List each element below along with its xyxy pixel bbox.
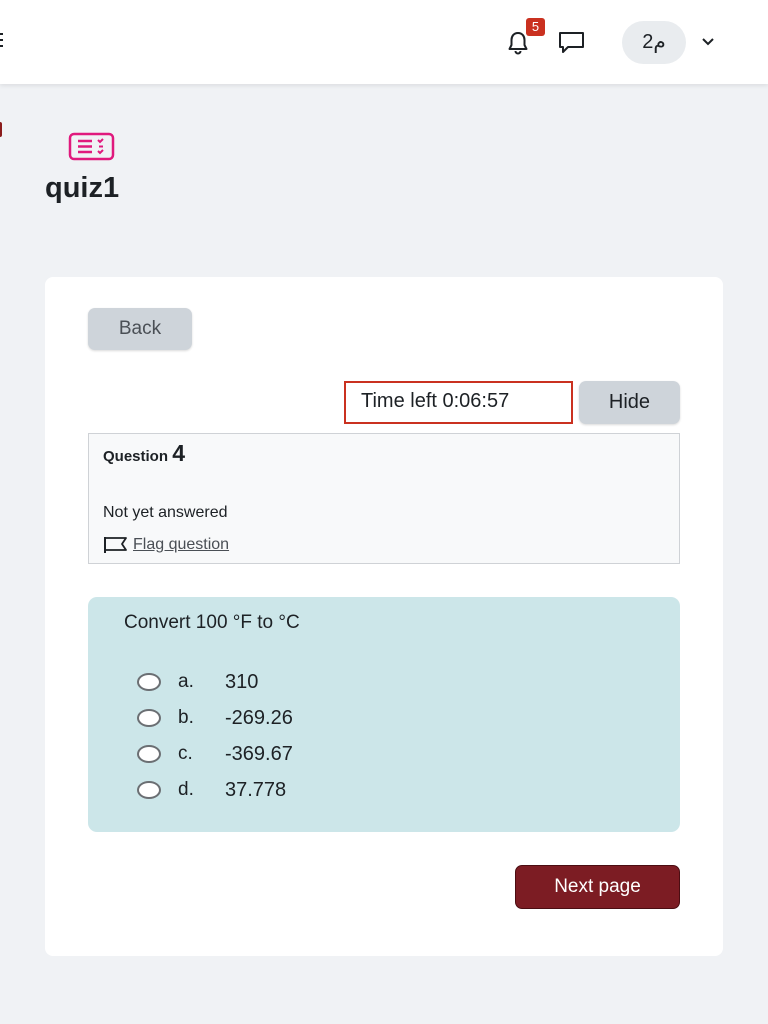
top-navbar: 5 م2 — [0, 0, 768, 84]
radio-button[interactable] — [137, 673, 161, 691]
flag-icon[interactable] — [103, 536, 128, 554]
back-button[interactable]: Back — [88, 308, 192, 350]
chevron-down-icon[interactable] — [699, 36, 717, 48]
question-status: Not yet answered — [103, 504, 228, 521]
option-letter: c. — [178, 743, 193, 764]
page-title: quiz1 — [45, 172, 120, 204]
answer-option-b[interactable]: b. -269.26 — [137, 703, 293, 733]
quiz-timer: Time left 0:06:57 — [344, 381, 573, 424]
option-letter: a. — [178, 671, 194, 692]
question-number: Question 4 — [103, 440, 185, 467]
answer-option-c[interactable]: c. -369.67 — [137, 739, 293, 769]
flag-question-label[interactable]: Flag question — [133, 536, 229, 554]
question-text: Convert 100 °F to °C — [124, 612, 300, 633]
flag-question-link[interactable]: Flag question — [103, 534, 229, 556]
option-text[interactable]: 310 — [225, 671, 258, 694]
answer-option-a[interactable]: a. 310 — [137, 667, 258, 697]
option-letter: d. — [178, 779, 194, 800]
option-text[interactable]: -369.67 — [225, 743, 293, 766]
notification-count-badge: 5 — [526, 18, 545, 36]
chat-bubble-icon[interactable] — [557, 29, 586, 55]
quiz-icon — [68, 132, 115, 161]
question-number-value: 4 — [172, 440, 185, 466]
radio-button[interactable] — [137, 745, 161, 763]
option-letter: b. — [178, 707, 194, 728]
drawer-edge-indicator[interactable] — [0, 122, 2, 137]
hide-timer-button[interactable]: Hide — [579, 381, 680, 424]
option-text[interactable]: -269.26 — [225, 707, 293, 730]
hamburger-icon[interactable] — [0, 31, 6, 51]
answer-option-d[interactable]: d. 37.778 — [137, 775, 286, 805]
option-text[interactable]: 37.778 — [225, 779, 286, 802]
next-page-button[interactable]: Next page — [515, 865, 680, 909]
user-avatar[interactable]: م2 — [622, 21, 686, 64]
radio-button[interactable] — [137, 781, 161, 799]
radio-button[interactable] — [137, 709, 161, 727]
question-label: Question — [103, 448, 169, 465]
